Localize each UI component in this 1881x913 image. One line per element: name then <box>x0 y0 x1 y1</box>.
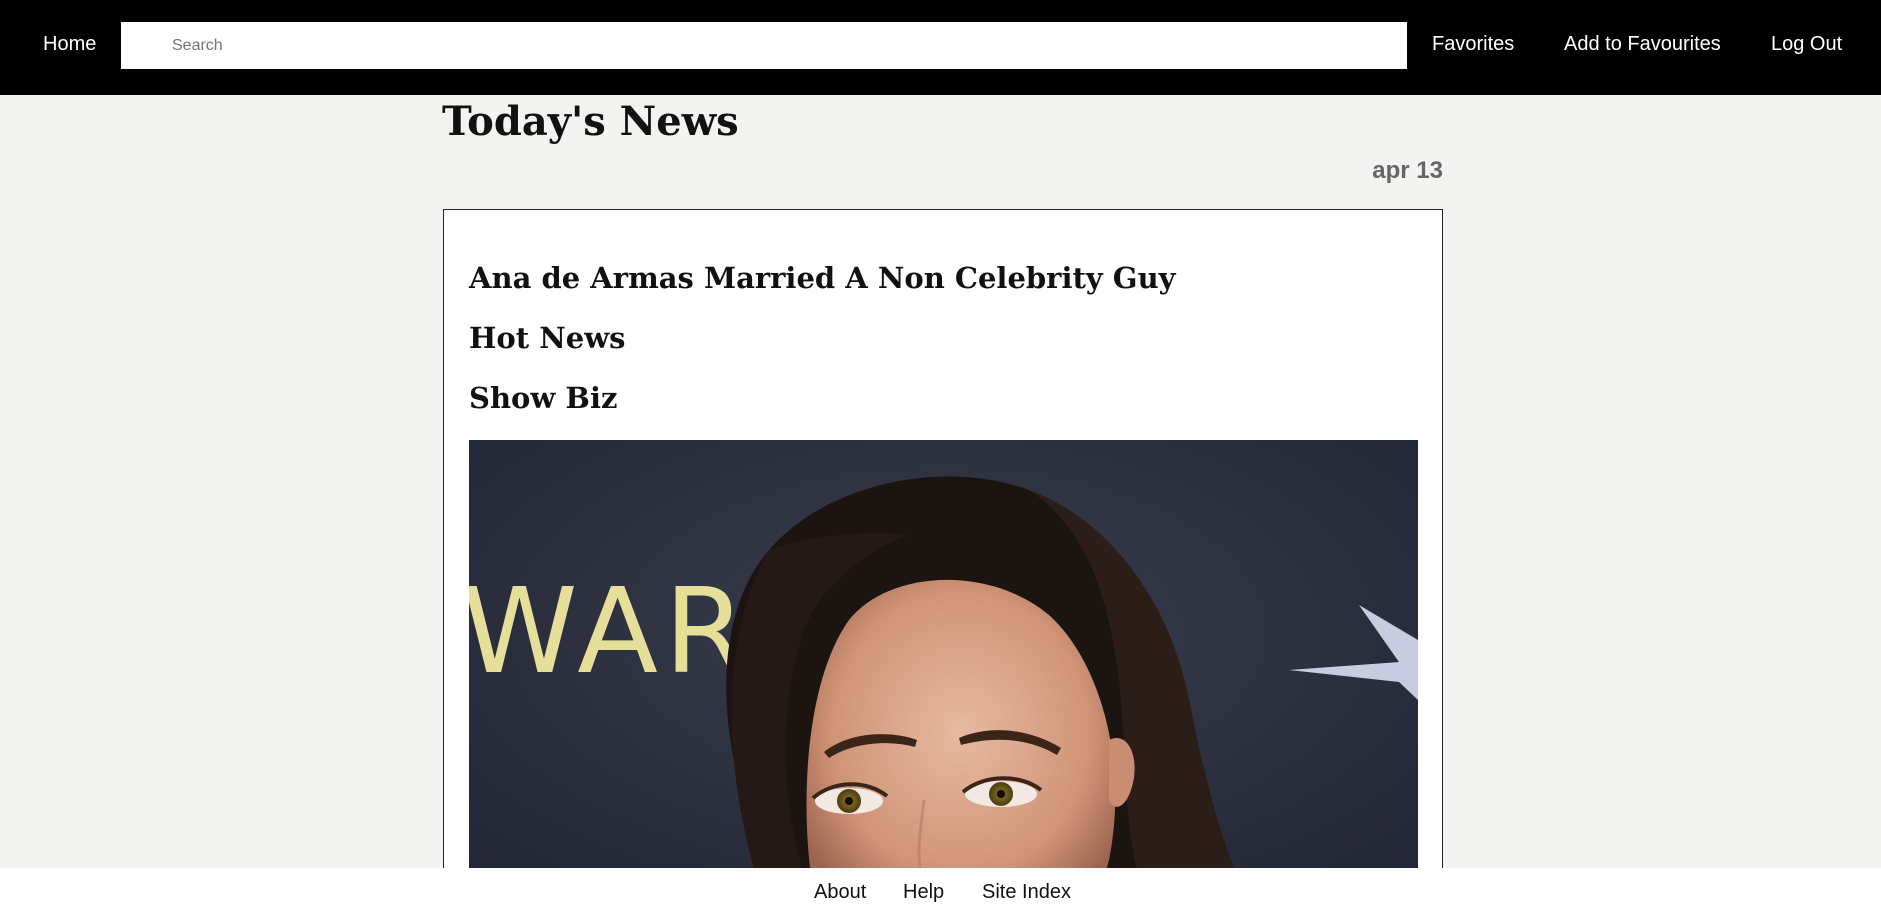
page-title: Today's News <box>442 98 739 145</box>
favorites-link[interactable]: Favorites <box>1432 30 1514 58</box>
footer-bar: About Help Site Index <box>0 868 1881 913</box>
search-input[interactable] <box>121 22 1407 69</box>
article-category: Hot News <box>469 321 626 355</box>
log-out-link[interactable]: Log Out <box>1771 30 1842 58</box>
top-navigation-bar: Home Favorites Add to Favourites Log Out <box>0 0 1881 95</box>
article-headline[interactable]: Ana de Armas Married A Non Celebrity Guy <box>469 258 1176 298</box>
article-card[interactable]: Ana de Armas Married A Non Celebrity Guy… <box>443 209 1443 913</box>
date-label: apr 13 <box>1372 157 1443 184</box>
add-to-favourites-link[interactable]: Add to Favourites <box>1564 30 1721 58</box>
footer-link-about[interactable]: About <box>814 880 866 904</box>
home-link[interactable]: Home <box>43 30 96 58</box>
portrait-illustration: WAR <box>469 440 1418 912</box>
footer-link-help[interactable]: Help <box>903 880 944 904</box>
footer-link-site-index[interactable]: Site Index <box>982 880 1071 904</box>
backdrop-text: WAR <box>469 562 752 700</box>
article-section: Show Biz <box>469 381 618 415</box>
article-photo: WAR <box>469 440 1418 912</box>
